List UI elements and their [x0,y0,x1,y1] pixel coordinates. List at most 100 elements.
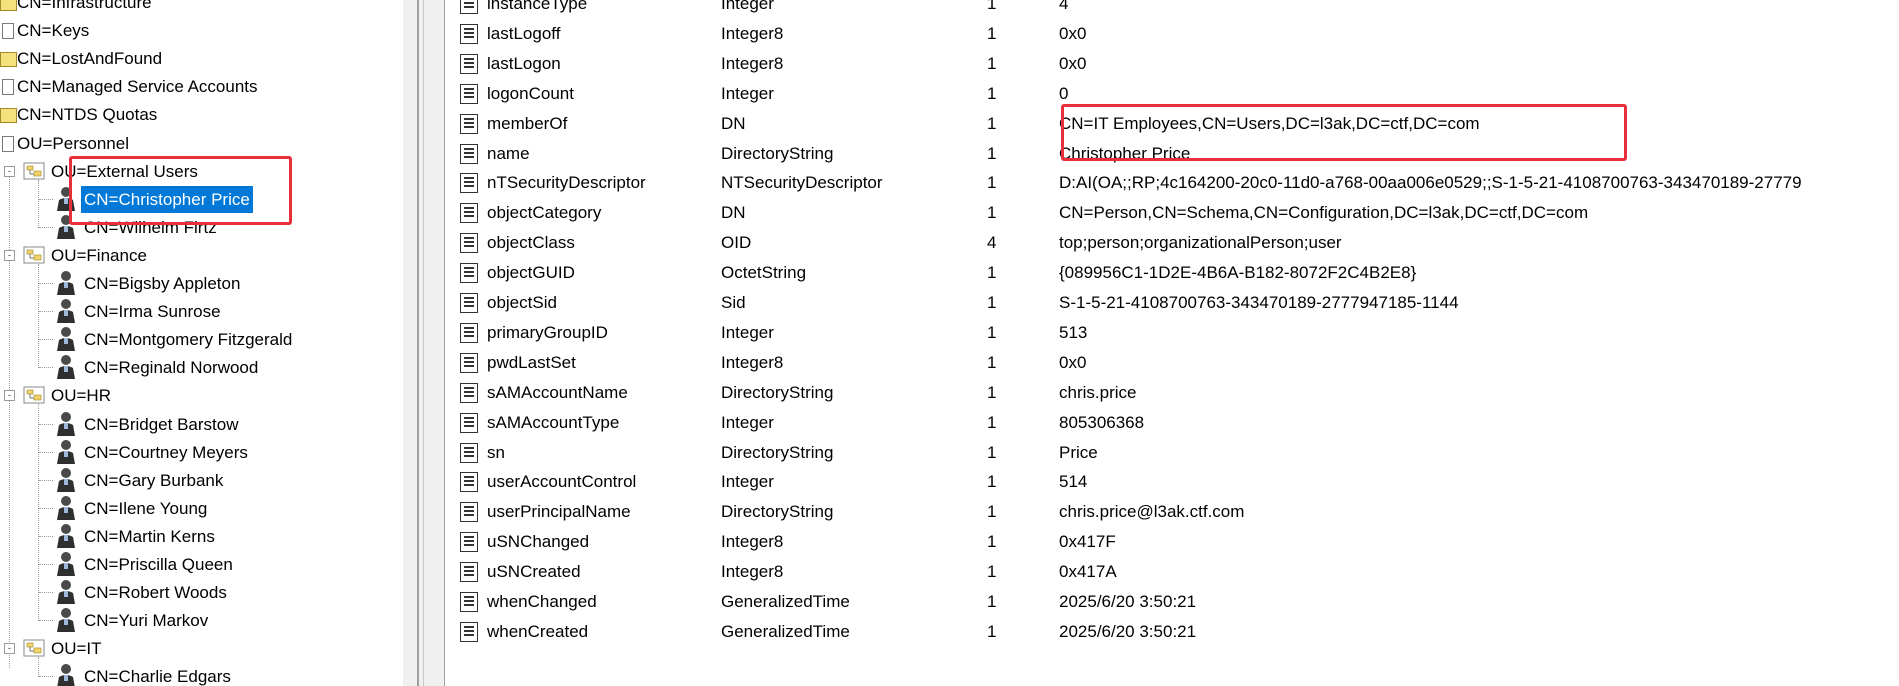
attribute-list[interactable]: instanceType Integer 1 4 lastLogoff Integer8 1… [445,0,1899,686]
attribute-icon [460,203,478,224]
attribute-row[interactable]: objectGUID OctetString 1 {089956C1-1D2E-4B6… [445,258,1899,288]
tree-item[interactable]: - OU=IT [0,635,400,662]
tree-item[interactable]: CN=Bridget Barstow [0,411,400,438]
tree-item-label[interactable]: CN=Robert Woods [81,579,230,606]
attribute-row[interactable]: objectCategory DN 1 CN=Person,CN=Schema,CN=… [445,198,1899,228]
attribute-count: 1 [987,203,997,223]
attribute-count: 1 [987,532,997,552]
collapse-toggle-icon[interactable]: - [4,390,15,402]
user-icon [57,327,75,352]
attribute-row[interactable]: uSNCreated Integer8 1 0x417A [445,557,1899,587]
user-icon [57,495,75,520]
attribute-value: CN=Person,CN=Schema,CN=Configuration,DC=… [1059,203,1589,223]
tree-item-label[interactable]: CN=LostAndFound [14,45,165,72]
attribute-icon [460,352,478,373]
tree-item[interactable]: CN=Wilhelm Firtz [0,214,400,241]
attribute-row[interactable]: uSNChanged Integer8 1 0x417F [445,527,1899,557]
attribute-row[interactable]: sAMAccountName DirectoryString 1 chris.pric… [445,378,1899,408]
tree-item-label[interactable]: CN=Gary Burbank [81,467,226,494]
tree-item-label[interactable]: CN=Priscilla Queen [81,551,236,578]
attribute-icon [460,382,478,403]
tree-item-label[interactable]: CN=Montgomery Fitzgerald [81,326,295,353]
attribute-name: instanceType [487,0,588,13]
tree-item-label[interactable]: CN=Bridget Barstow [81,411,241,438]
attribute-row[interactable]: userAccountControl Integer 1 514 [445,467,1899,497]
tree-item-label[interactable]: CN=Martin Kerns [81,523,218,550]
tree-item[interactable]: - OU=HR [0,382,400,409]
tree-item-label[interactable]: OU=HR [48,382,114,409]
tree-item[interactable]: CN=Yuri Markov [0,607,400,634]
tree-pane[interactable]: CN=Infrastructure CN=Keys CN=LostAndFound C… [0,0,403,686]
attribute-row[interactable]: sn DirectoryString 1 Price [445,438,1899,468]
attribute-count: 1 [987,442,997,462]
attribute-name: userPrincipalName [487,502,631,522]
tree-item-label[interactable]: CN=Charlie Edgars [81,663,234,686]
tree-item[interactable]: CN=Robert Woods [0,579,400,606]
tree-item[interactable]: CN=Irma Sunrose [0,298,400,325]
tree-item[interactable]: CN=Keys [0,17,400,44]
attribute-row[interactable]: pwdLastSet Integer8 1 0x0 [445,348,1899,378]
attribute-row[interactable]: userPrincipalName DirectoryString 1 chris.p… [445,497,1899,527]
tree-item-label[interactable]: CN=Bigsby Appleton [81,270,243,297]
tree-item-label[interactable]: CN=Keys [14,17,92,44]
tree-item-label[interactable]: CN=Reginald Norwood [81,354,261,381]
attribute-row[interactable]: objectClass OID 4 top;person;organizational… [445,228,1899,258]
tree-item[interactable]: CN=Reginald Norwood [0,354,400,381]
attribute-row[interactable]: objectSid Sid 1 S-1-5-21-4108700763-3434701… [445,288,1899,318]
tree-item[interactable]: CN=Priscilla Queen [0,551,400,578]
user-icon [57,467,75,492]
tree-item-label[interactable]: CN=Yuri Markov [81,607,211,634]
tree-item-label[interactable]: CN=Christopher Price [81,185,253,213]
attribute-count: 1 [987,23,997,43]
collapse-toggle-icon[interactable]: - [4,249,15,261]
tree-item-label[interactable]: CN=Wilhelm Firtz [81,214,220,241]
tree-item-label[interactable]: CN=Ilene Young [81,495,210,522]
tree-item-label[interactable]: CN=Courtney Meyers [81,439,251,466]
attribute-row[interactable]: whenCreated GeneralizedTime 1 2025/6/20 3:5… [445,617,1899,647]
tree-item-label[interactable]: CN=Irma Sunrose [81,298,224,325]
attribute-row[interactable]: whenChanged GeneralizedTime 1 2025/6/20 3:5… [445,587,1899,617]
attribute-syntax: Integer8 [721,23,784,43]
tree-item-label[interactable]: CN=Managed Service Accounts [14,73,261,100]
tree-item[interactable]: CN=Managed Service Accounts [0,73,400,100]
attribute-value: S-1-5-21-4108700763-343470189-2777947185… [1059,293,1459,312]
attribute-row[interactable]: lastLogon Integer8 1 0x0 [445,49,1899,79]
tree-item[interactable]: CN=Martin Kerns [0,523,400,550]
tree-item[interactable]: CN=Ilene Young [0,495,400,522]
attribute-row[interactable]: nTSecurityDescriptor NTSecurityDescriptor… [445,168,1899,198]
attribute-name: lastLogon [487,53,561,73]
tree-item[interactable]: CN=Bigsby Appleton [0,270,400,297]
pane-splitter[interactable] [403,0,445,686]
tree-item-label[interactable]: OU=External Users [48,158,201,185]
attribute-count: 1 [987,412,997,432]
collapse-toggle-icon[interactable]: - [4,165,15,177]
tree-item[interactable]: CN=Infrastructure [0,0,400,16]
tree-item[interactable]: CN=Gary Burbank [0,467,400,494]
user-icon [57,664,75,686]
attribute-name: userAccountControl [487,472,637,492]
attribute-row[interactable]: logonCount Integer 1 0 [445,79,1899,109]
collapse-toggle-icon[interactable]: - [4,643,15,655]
tree-item[interactable]: OU=Personnel [0,130,400,157]
attribute-row[interactable]: sAMAccountType Integer 1 805306368 [445,408,1899,438]
tree-item-label[interactable]: CN=Infrastructure [14,0,155,16]
tree-item[interactable]: CN=Christopher Price [0,185,400,213]
attribute-row[interactable]: lastLogoff Integer8 1 0x0 [445,19,1899,49]
tree-item-label[interactable]: OU=IT [48,635,105,662]
attribute-syntax: Integer [721,0,774,13]
tree-item[interactable]: CN=LostAndFound [0,45,400,72]
tree-item[interactable]: CN=Courtney Meyers [0,439,400,466]
attribute-row[interactable]: instanceType Integer 1 4 [445,0,1899,19]
tree-item-label[interactable]: CN=NTDS Quotas [14,101,160,128]
attribute-count: 1 [987,621,997,641]
tree-item-label[interactable]: OU=Personnel [14,130,132,157]
tree-item[interactable]: - OU=Finance [0,242,400,269]
tree-item-label[interactable]: OU=Finance [48,242,150,269]
tree-item[interactable]: - OU=External Users [0,158,400,185]
attribute-row[interactable]: name DirectoryString 1 Christopher Price [445,139,1899,169]
tree-item[interactable]: CN=Montgomery Fitzgerald [0,326,400,353]
tree-item[interactable]: CN=NTDS Quotas [0,101,400,128]
attribute-row[interactable]: memberOf DN 1 CN=IT Employees,CN=Users,DC=l… [445,109,1899,139]
attribute-row[interactable]: primaryGroupID Integer 1 513 [445,318,1899,348]
tree-item[interactable]: CN=Charlie Edgars [0,663,400,686]
